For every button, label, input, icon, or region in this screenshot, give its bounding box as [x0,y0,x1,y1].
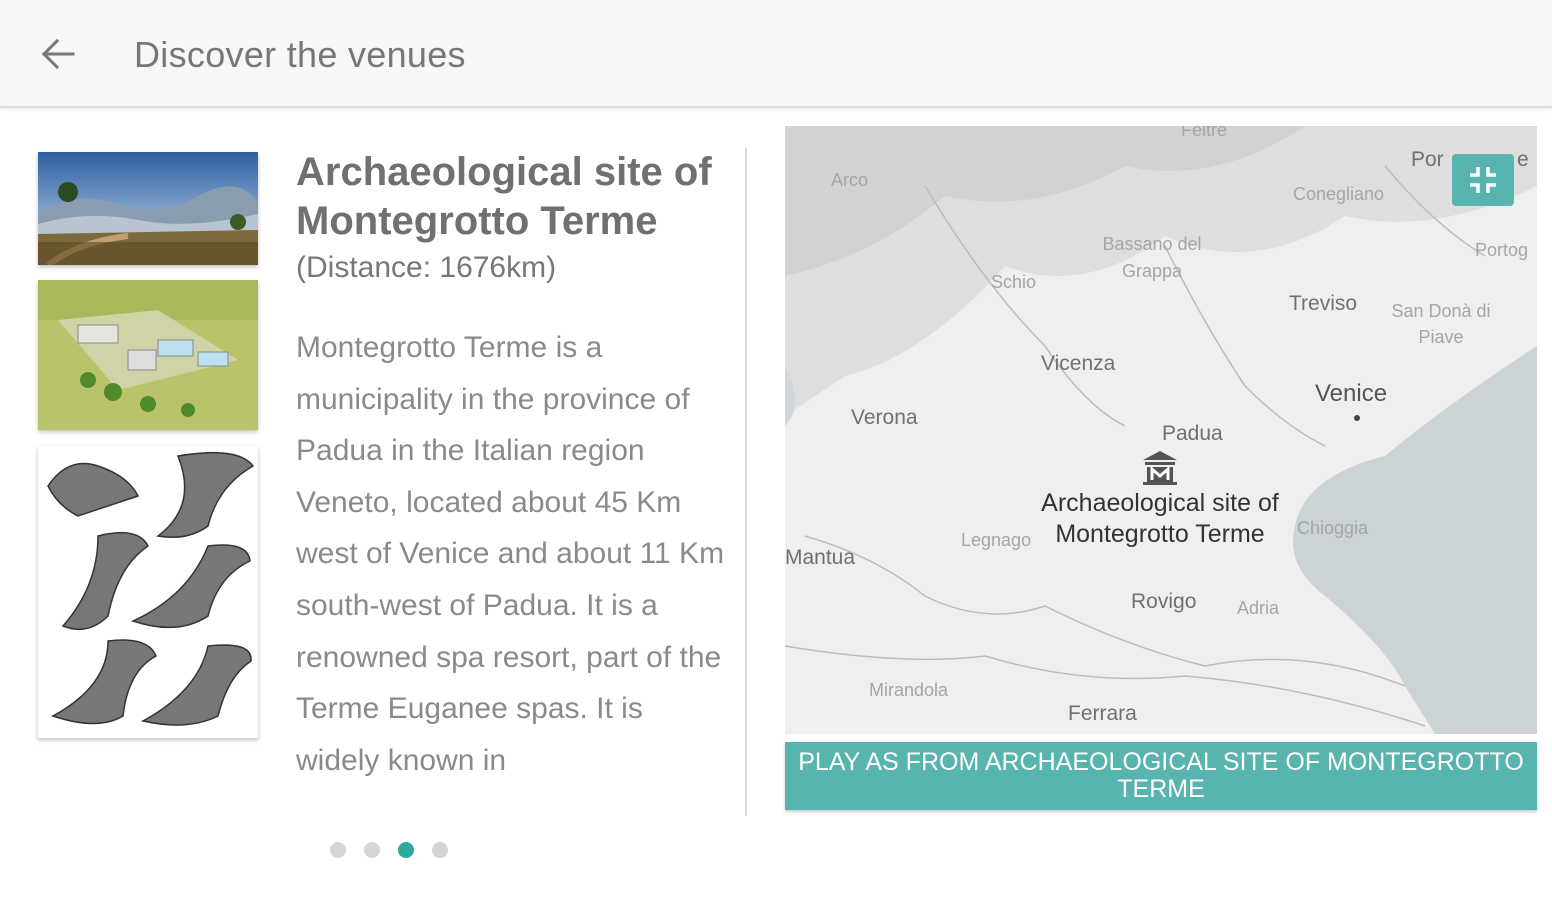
map-label-pordenone-tail: e [1517,148,1529,171]
thumbnail-drinking-horns[interactable] [38,446,258,738]
app-bar: Discover the venues [0,0,1552,108]
map-label-arco: Arco [831,170,869,190]
map-label-portogruaro: Portog [1475,240,1529,260]
map-label-padua: Padua [1162,422,1223,445]
map-marker-label[interactable]: Archaeological site of Montegrotto Terme [1025,488,1295,550]
vertical-divider [745,148,747,816]
map-label-adria: Adria [1237,598,1280,618]
venue-description: Montegrotto Terme is a municipality in t… [296,331,725,777]
map-label-ferrara: Ferrara [1068,702,1137,725]
thumbnail-landscape-photo[interactable] [38,152,258,265]
map-label-san-dona: San Donà di Piave [1391,301,1491,347]
map-label-vicenza: Vicenza [1041,352,1116,375]
gallery-page-indicator [330,842,448,862]
map-label-rovigo: Rovigo [1131,590,1197,613]
page-dot-2[interactable] [364,842,380,858]
page-title: Discover the venues [134,34,466,75]
map-label-treviso: Treviso [1289,292,1358,315]
venue-distance: (Distance: 1676km) [296,251,557,284]
page-dot-4[interactable] [432,842,448,858]
arrow-back-icon [41,38,75,70]
fullscreen-exit-icon [1470,167,1496,193]
map-label-verona: Verona [851,406,918,429]
back-button[interactable] [30,30,86,78]
map-label-bassano: Bassano del Grappa [1102,234,1202,281]
map-label-mirandola: Mirandola [869,680,949,700]
venue-title: Archaeological site of Montegrotto Terme [296,150,712,243]
map-label-legnago: Legnago [961,530,1032,550]
map-label-mantua: Mantua [785,546,856,569]
page-dot-3-active[interactable] [398,842,414,858]
map-label-chioggia: Chioggia [1297,518,1369,538]
map-label-conegliano: Conegliano [1293,184,1385,204]
map-label-schio: Schio [991,272,1037,292]
map-label-pordenone: Por [1411,148,1444,171]
collapse-map-button[interactable] [1452,154,1514,206]
play-as-from-venue-button[interactable]: PLAY AS FROM ARCHAEOLOGICAL SITE OF MONT… [785,742,1537,810]
map-view[interactable]: Feltre Arco Conegliano Bassano del Grapp… [785,126,1537,734]
thumbnail-site-reconstruction[interactable] [38,280,258,430]
museum-icon[interactable] [1141,450,1179,486]
map-background [785,126,1537,734]
page-dot-1[interactable] [330,842,346,858]
map-label-venice: Venice [1315,380,1388,407]
venue-info-panel: Archaeological site of Montegrotto Terme… [296,148,726,814]
map-label-feltre: Feltre [1181,126,1228,140]
